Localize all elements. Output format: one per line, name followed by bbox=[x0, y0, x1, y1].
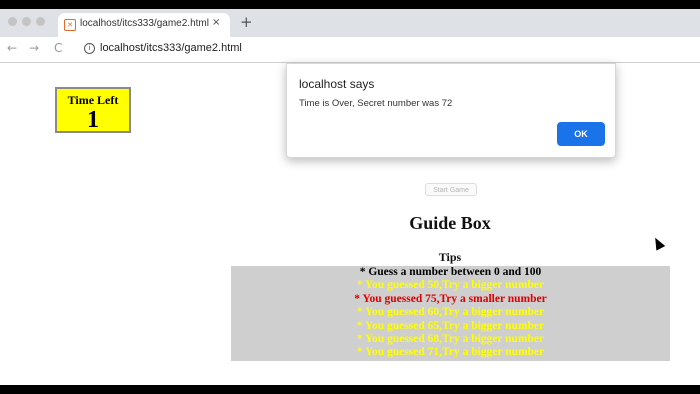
new-tab-icon[interactable]: + bbox=[240, 13, 253, 31]
browser-tab-bar: ✕ localhost/itcs333/game2.html × + bbox=[0, 9, 700, 37]
back-arrow-icon[interactable]: ← bbox=[7, 41, 17, 55]
tip-item: * You guessed 68,Try a bigger number bbox=[356, 333, 545, 346]
timer-value: 1 bbox=[87, 107, 99, 133]
dialog-message: Time is Over, Secret number was 72 bbox=[299, 98, 453, 109]
address-bar[interactable]: localhost/itcs333/game2.html bbox=[100, 42, 242, 54]
browser-toolbar: ← → C i localhost/itcs333/game2.html bbox=[0, 37, 700, 63]
tip-item: * Guess a number between 0 and 100 bbox=[359, 266, 542, 278]
window-maximize-dot[interactable] bbox=[36, 17, 45, 26]
tips-list: * Guess a number between 0 and 100 * You… bbox=[231, 266, 670, 360]
guide-box-panel: * Guess a number between 0 and 100 * You… bbox=[231, 266, 670, 361]
tips-heading: Tips bbox=[438, 250, 462, 264]
tip-item: * You guessed 50,Try a bigger number bbox=[356, 279, 545, 292]
reload-icon[interactable]: C bbox=[54, 41, 62, 55]
top-black-band bbox=[0, 0, 700, 9]
dialog-title: localhost says bbox=[299, 77, 375, 91]
start-game-button[interactable]: Start Game bbox=[425, 183, 477, 196]
tab-close-icon[interactable]: × bbox=[212, 17, 220, 28]
tip-item: * You guessed 71,Try a bigger number bbox=[356, 346, 545, 359]
tip-item: * You guessed 60,Try a bigger number bbox=[356, 306, 545, 319]
guide-box-title: Guide Box bbox=[409, 213, 491, 233]
ok-button[interactable]: OK bbox=[557, 122, 605, 146]
tip-item: * You guessed 75,Try a smaller number bbox=[354, 292, 547, 305]
window-close-dot[interactable] bbox=[8, 17, 17, 26]
xampp-favicon-icon: ✕ bbox=[64, 19, 76, 31]
mouse-cursor-icon bbox=[650, 235, 666, 251]
site-info-icon[interactable]: i bbox=[84, 43, 95, 54]
tip-item: * You guessed 65,Try a bigger number bbox=[356, 319, 545, 332]
tab-title: localhost/itcs333/game2.html bbox=[80, 18, 209, 29]
timer-box: Time Left 1 bbox=[55, 87, 131, 133]
timer-label: Time Left bbox=[67, 93, 119, 107]
alert-dialog: localhost says Time is Over, Secret numb… bbox=[286, 63, 616, 158]
bottom-black-band bbox=[0, 385, 700, 394]
browser-tab[interactable]: ✕ localhost/itcs333/game2.html × bbox=[58, 13, 230, 37]
forward-arrow-icon[interactable]: → bbox=[29, 41, 39, 55]
window-minimize-dot[interactable] bbox=[22, 17, 31, 26]
